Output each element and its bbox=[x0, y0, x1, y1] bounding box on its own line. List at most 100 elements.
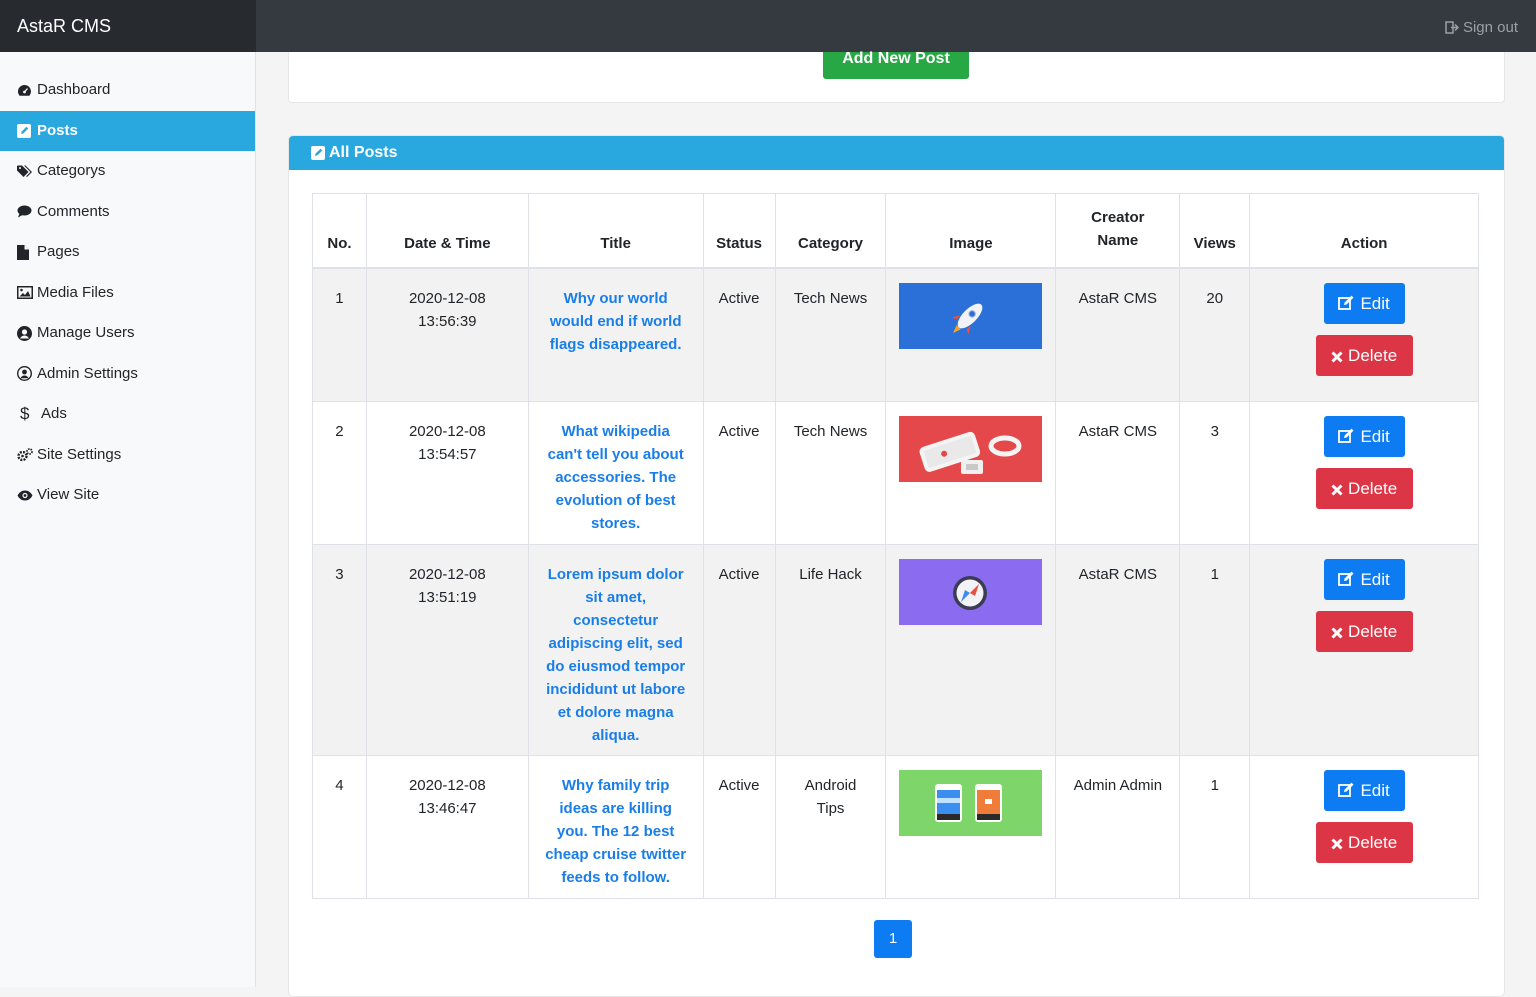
sidebar-item-label: Admin Settings bbox=[37, 364, 138, 382]
post-title-link[interactable]: What wikipedia can't tell you about acce… bbox=[530, 420, 702, 535]
cell-image bbox=[885, 754, 1057, 899]
cell-title: Why family trip ideas are killing you. T… bbox=[527, 754, 704, 899]
sidebar: Dashboard Posts Categorys Comments Pages… bbox=[0, 52, 256, 987]
post-thumbnail-compass bbox=[899, 558, 1043, 625]
cell-creator: Admin Admin bbox=[1055, 754, 1181, 899]
close-icon bbox=[1331, 837, 1343, 850]
post-thumbnail-rocket bbox=[899, 283, 1043, 349]
comment-icon bbox=[17, 205, 37, 218]
edit-square-icon bbox=[17, 123, 37, 138]
cell-views: 1 bbox=[1179, 754, 1251, 899]
image-icon bbox=[17, 286, 37, 300]
table-row: 3 2020-12-08 13:51:19 Lorem ipsum dolor s… bbox=[312, 543, 1479, 756]
sidebar-item-view-site[interactable]: View Site bbox=[0, 475, 255, 516]
cell-creator: AstaR CMS bbox=[1055, 267, 1181, 402]
sidebar-item-admin-settings[interactable]: Admin Settings bbox=[0, 354, 255, 395]
edit-button[interactable]: Edit bbox=[1323, 415, 1405, 457]
sidebar-item-label: Ads bbox=[41, 405, 67, 422]
brand-title[interactable]: AstaR CMS bbox=[0, 0, 256, 52]
delete-button[interactable]: Delete bbox=[1315, 610, 1413, 652]
delete-button[interactable]: Delete bbox=[1315, 467, 1413, 509]
edit-icon bbox=[1338, 571, 1354, 586]
column-header: Date & Time bbox=[365, 193, 529, 269]
cell-image bbox=[885, 543, 1057, 756]
top-navbar: AstaR CMS Sign out bbox=[0, 0, 1536, 52]
sidebar-item-site-settings[interactable]: Site Settings bbox=[0, 435, 255, 476]
cell-views: 20 bbox=[1179, 267, 1251, 402]
cell-title: What wikipedia can't tell you about acce… bbox=[527, 400, 704, 545]
sign-out-link[interactable]: Sign out bbox=[1445, 0, 1518, 56]
posts-table: No. Date & Time Title Status Category Im… bbox=[312, 193, 1479, 899]
cell-category: Tech News bbox=[774, 267, 887, 402]
column-header: Title bbox=[527, 193, 704, 269]
sidebar-item-ads[interactable]: $ Ads bbox=[0, 394, 255, 435]
cell-status: Active bbox=[702, 543, 776, 756]
dollar-icon: $ bbox=[20, 404, 30, 423]
post-title-link[interactable]: Lorem ipsum dolor sit amet, consectetur … bbox=[530, 563, 702, 747]
cell-views: 3 bbox=[1179, 400, 1251, 545]
file-icon bbox=[17, 244, 37, 260]
cell-views: 1 bbox=[1179, 543, 1251, 756]
cell-creator: AstaR CMS bbox=[1055, 400, 1181, 545]
sidebar-item-posts[interactable]: Posts bbox=[0, 110, 255, 151]
sidebar-item-label: Media Files bbox=[37, 283, 114, 301]
sidebar-item-pages[interactable]: Pages bbox=[0, 232, 255, 273]
column-header: Creator Name bbox=[1055, 193, 1181, 269]
cell-status: Active bbox=[702, 267, 776, 402]
cell-no: 2 bbox=[312, 400, 367, 545]
cell-image bbox=[885, 267, 1057, 402]
all-posts-card: All Posts No. Date & Time Title Status C… bbox=[288, 135, 1505, 997]
cell-title: Lorem ipsum dolor sit amet, consectetur … bbox=[527, 543, 704, 756]
post-title-link[interactable]: Why family trip ideas are killing you. T… bbox=[530, 774, 702, 889]
cell-creator: AstaR CMS bbox=[1055, 543, 1181, 756]
column-header: Category bbox=[774, 193, 887, 269]
edit-icon bbox=[1338, 428, 1354, 443]
cell-category: Android Tips bbox=[774, 754, 887, 899]
edit-button[interactable]: Edit bbox=[1323, 769, 1405, 811]
delete-button[interactable]: Delete bbox=[1315, 821, 1413, 863]
delete-button[interactable]: Delete bbox=[1315, 335, 1413, 376]
post-title-link[interactable]: Why our world would end if world flags d… bbox=[530, 287, 702, 356]
column-header: Image bbox=[885, 193, 1057, 269]
column-header: Status bbox=[702, 193, 776, 269]
close-icon bbox=[1331, 626, 1343, 639]
eye-icon bbox=[17, 490, 37, 501]
cell-datetime: 2020-12-08 13:51:19 bbox=[365, 543, 529, 756]
pagination-page-1[interactable]: 1 bbox=[874, 920, 912, 958]
cell-no: 4 bbox=[312, 754, 367, 899]
add-new-post-button[interactable]: Add New Post bbox=[823, 51, 969, 79]
card-header: All Posts bbox=[289, 136, 1504, 170]
sidebar-item-label: Comments bbox=[37, 202, 110, 220]
sidebar-item-label: Pages bbox=[37, 243, 80, 260]
cell-action: Edit Delete bbox=[1249, 543, 1479, 756]
sidebar-item-media-files[interactable]: Media Files bbox=[0, 273, 255, 314]
cogs-icon bbox=[17, 447, 37, 462]
sidebar-item-label: Dashboard bbox=[37, 81, 111, 98]
sidebar-item-categorys[interactable]: Categorys bbox=[0, 151, 255, 192]
table-header-row: No. Date & Time Title Status Category Im… bbox=[312, 193, 1479, 269]
post-thumbnail-android bbox=[899, 769, 1043, 836]
sidebar-item-dashboard[interactable]: Dashboard bbox=[0, 70, 255, 111]
cell-no: 3 bbox=[312, 543, 367, 756]
cell-datetime: 2020-12-08 13:54:57 bbox=[365, 400, 529, 545]
cell-datetime: 2020-12-08 13:46:47 bbox=[365, 754, 529, 899]
cell-no: 1 bbox=[312, 267, 367, 402]
edit-icon bbox=[1338, 782, 1354, 797]
column-header: No. bbox=[312, 193, 367, 269]
cell-datetime: 2020-12-08 13:56:39 bbox=[365, 267, 529, 402]
edit-button[interactable]: Edit bbox=[1323, 283, 1405, 324]
tags-icon bbox=[17, 165, 37, 178]
user-circle-icon bbox=[17, 366, 37, 382]
card-title: All Posts bbox=[329, 144, 398, 161]
edit-button[interactable]: Edit bbox=[1323, 558, 1405, 600]
table-row: 4 2020-12-08 13:46:47 Why family trip ide… bbox=[312, 754, 1479, 899]
cell-status: Active bbox=[702, 754, 776, 899]
user-circle-icon bbox=[17, 325, 37, 341]
sidebar-item-comments[interactable]: Comments bbox=[0, 192, 255, 233]
cell-category: Life Hack bbox=[774, 543, 887, 756]
cell-action: Edit Delete bbox=[1249, 754, 1479, 899]
sidebar-item-label: Categorys bbox=[37, 162, 106, 179]
sidebar-item-manage-users[interactable]: Manage Users bbox=[0, 313, 255, 354]
edit-square-icon bbox=[311, 146, 325, 160]
close-icon bbox=[1331, 351, 1343, 363]
